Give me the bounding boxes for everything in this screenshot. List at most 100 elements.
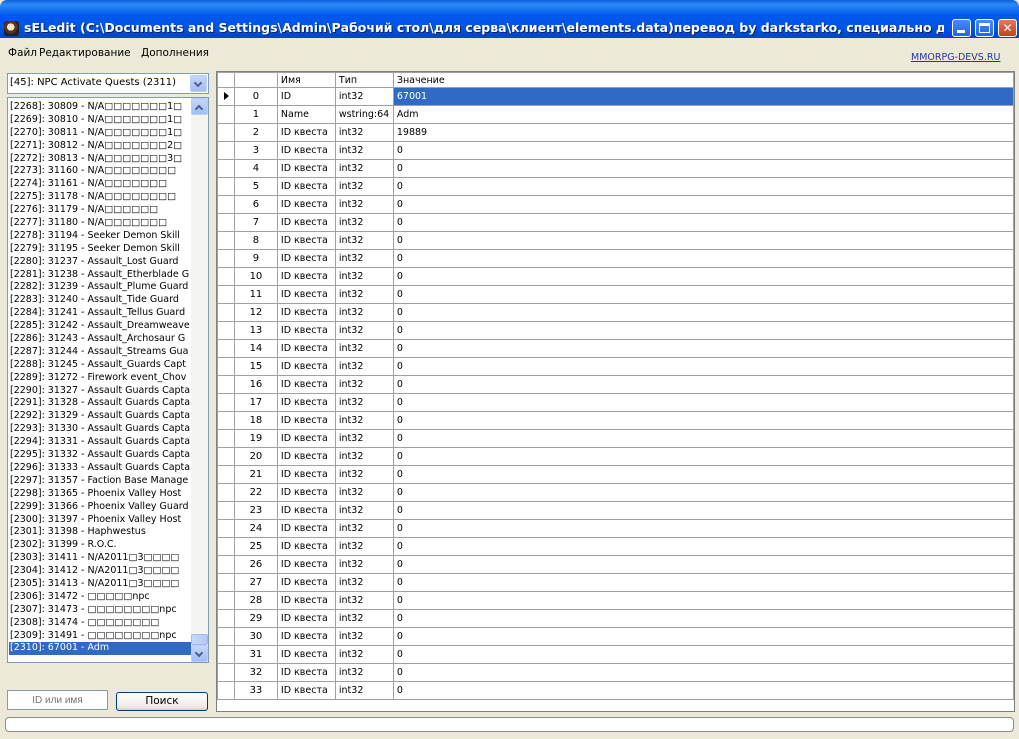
list-item[interactable]: [2279]: 31195 - Seeker Demon Skill — [9, 243, 193, 256]
type-cell[interactable]: int32 — [334, 339, 394, 358]
name-cell[interactable]: ID квеста — [276, 285, 336, 304]
list-item[interactable]: [2310]: 67001 - Adm — [9, 642, 193, 656]
row-index-cell[interactable]: 1 — [233, 105, 278, 124]
row-index-cell[interactable]: 3 — [233, 141, 278, 160]
row-index-cell[interactable]: 11 — [233, 285, 278, 304]
table-row[interactable]: 4 ID квеста int32 0 — [217, 159, 1014, 178]
value-cell[interactable]: 0 — [392, 141, 1014, 160]
type-cell[interactable]: int32 — [334, 681, 394, 700]
name-cell[interactable]: ID квеста — [276, 447, 336, 466]
row-header[interactable] — [217, 411, 235, 430]
type-cell[interactable]: int32 — [334, 429, 394, 448]
row-header[interactable] — [217, 177, 235, 196]
table-row[interactable]: 25 ID квеста int32 0 — [217, 537, 1014, 556]
table-row[interactable]: 33 ID квеста int32 0 — [217, 681, 1014, 700]
app-icon[interactable] — [4, 21, 19, 36]
value-cell[interactable]: 0 — [392, 609, 1014, 628]
row-header[interactable] — [217, 213, 235, 232]
name-cell[interactable]: ID квеста — [276, 609, 336, 628]
value-cell[interactable]: 0 — [392, 645, 1014, 664]
name-cell[interactable]: ID квеста — [276, 501, 336, 520]
value-cell[interactable]: 0 — [392, 519, 1014, 538]
row-index-cell[interactable]: 29 — [233, 609, 278, 628]
name-cell[interactable]: ID квеста — [276, 573, 336, 592]
row-index-cell[interactable]: 30 — [233, 627, 278, 646]
values-grid[interactable]: Имя Тип Значение 0 ID int32 67001 1 Name wstri… — [216, 71, 1015, 712]
name-cell[interactable]: ID квеста — [276, 159, 336, 178]
row-index-cell[interactable]: 20 — [233, 447, 278, 466]
row-header[interactable] — [217, 231, 235, 250]
value-cell[interactable]: 0 — [392, 339, 1014, 358]
type-cell[interactable]: int32 — [334, 483, 394, 502]
value-cell[interactable]: 0 — [392, 483, 1014, 502]
row-index-cell[interactable]: 0 — [233, 87, 278, 106]
name-cell[interactable]: ID квеста — [276, 411, 336, 430]
table-row[interactable]: 5 ID квеста int32 0 — [217, 177, 1014, 196]
row-header[interactable] — [217, 393, 235, 412]
row-header[interactable] — [217, 537, 235, 556]
value-cell[interactable]: 0 — [392, 303, 1014, 322]
row-header[interactable] — [217, 375, 235, 394]
name-cell[interactable]: ID квеста — [276, 375, 336, 394]
list-item[interactable]: [2287]: 31244 - Assault_Streams Gua — [9, 346, 193, 359]
list-type-select[interactable]: [45]: NPC Activate Quests (2311) — [7, 73, 209, 94]
search-button[interactable]: Поиск — [116, 692, 208, 711]
row-index-cell[interactable]: 16 — [233, 375, 278, 394]
name-cell[interactable]: ID квеста — [276, 393, 336, 412]
table-row[interactable]: 6 ID квеста int32 0 — [217, 195, 1014, 214]
type-cell[interactable]: int32 — [334, 249, 394, 268]
type-cell[interactable]: int32 — [334, 537, 394, 556]
value-cell[interactable]: 0 — [392, 447, 1014, 466]
row-header[interactable] — [217, 663, 235, 682]
row-header[interactable] — [217, 249, 235, 268]
value-cell[interactable]: 0 — [392, 591, 1014, 610]
table-row[interactable]: 3 ID квеста int32 0 — [217, 141, 1014, 160]
row-header[interactable] — [217, 681, 235, 700]
value-cell[interactable]: 19889 — [392, 123, 1014, 142]
table-row[interactable]: 32 ID квеста int32 0 — [217, 663, 1014, 682]
value-cell[interactable]: 0 — [392, 663, 1014, 682]
value-cell[interactable]: 0 — [392, 357, 1014, 376]
value-cell[interactable]: 0 — [392, 321, 1014, 340]
table-row[interactable]: 30 ID квеста int32 0 — [217, 627, 1014, 646]
value-cell[interactable]: 0 — [392, 267, 1014, 286]
name-cell[interactable]: ID квеста — [276, 663, 336, 682]
list-item[interactable]: [2298]: 31365 - Phoenix Valley Host — [9, 488, 193, 501]
maximize-button[interactable] — [975, 19, 994, 37]
value-cell[interactable]: 0 — [392, 231, 1014, 250]
value-cell[interactable]: 0 — [392, 285, 1014, 304]
row-index-cell[interactable]: 5 — [233, 177, 278, 196]
list-item[interactable]: [2299]: 31366 - Phoenix Valley Guard — [9, 501, 193, 514]
name-cell[interactable]: ID квеста — [276, 465, 336, 484]
row-header[interactable] — [217, 195, 235, 214]
scroll-thumb[interactable] — [191, 634, 208, 645]
table-row[interactable]: 9 ID квеста int32 0 — [217, 249, 1014, 268]
type-cell[interactable]: int32 — [334, 267, 394, 286]
header-value[interactable]: Значение — [392, 72, 1014, 88]
value-cell[interactable]: 0 — [392, 393, 1014, 412]
scroll-down-button[interactable] — [191, 645, 208, 662]
type-cell[interactable]: int32 — [334, 375, 394, 394]
list-item[interactable]: [2307]: 31473 - □□□□□□□□npc — [9, 604, 193, 617]
table-row[interactable]: 11 ID квеста int32 0 — [217, 285, 1014, 304]
table-row[interactable]: 18 ID квеста int32 0 — [217, 411, 1014, 430]
value-cell[interactable]: 0 — [392, 573, 1014, 592]
name-cell[interactable]: ID квеста — [276, 177, 336, 196]
table-row[interactable]: 20 ID квеста int32 0 — [217, 447, 1014, 466]
row-index-cell[interactable]: 13 — [233, 321, 278, 340]
list-item[interactable]: [2271]: 30812 - N/A□□□□□□□2□ — [9, 140, 193, 153]
list-item[interactable]: [2295]: 31332 - Assault Guards Capta — [9, 449, 193, 462]
type-cell[interactable]: int32 — [334, 447, 394, 466]
name-cell[interactable]: ID квеста — [276, 213, 336, 232]
value-cell[interactable]: 0 — [392, 249, 1014, 268]
type-cell[interactable]: int32 — [334, 501, 394, 520]
row-header[interactable] — [217, 573, 235, 592]
list-item[interactable]: [2297]: 31357 - Faction Base Manage — [9, 475, 193, 488]
row-index-cell[interactable]: 2 — [233, 123, 278, 142]
row-header[interactable] — [217, 123, 235, 142]
row-header[interactable] — [217, 519, 235, 538]
title-bar[interactable]: sELedit (C:\Documents and Settings\Admin… — [0, 0, 1019, 38]
row-index-cell[interactable]: 33 — [233, 681, 278, 700]
list-item[interactable]: [2303]: 31411 - N/A2011□3□□□□ — [9, 552, 193, 565]
list-item[interactable]: [2281]: 31238 - Assault_Etherblade G — [9, 269, 193, 282]
